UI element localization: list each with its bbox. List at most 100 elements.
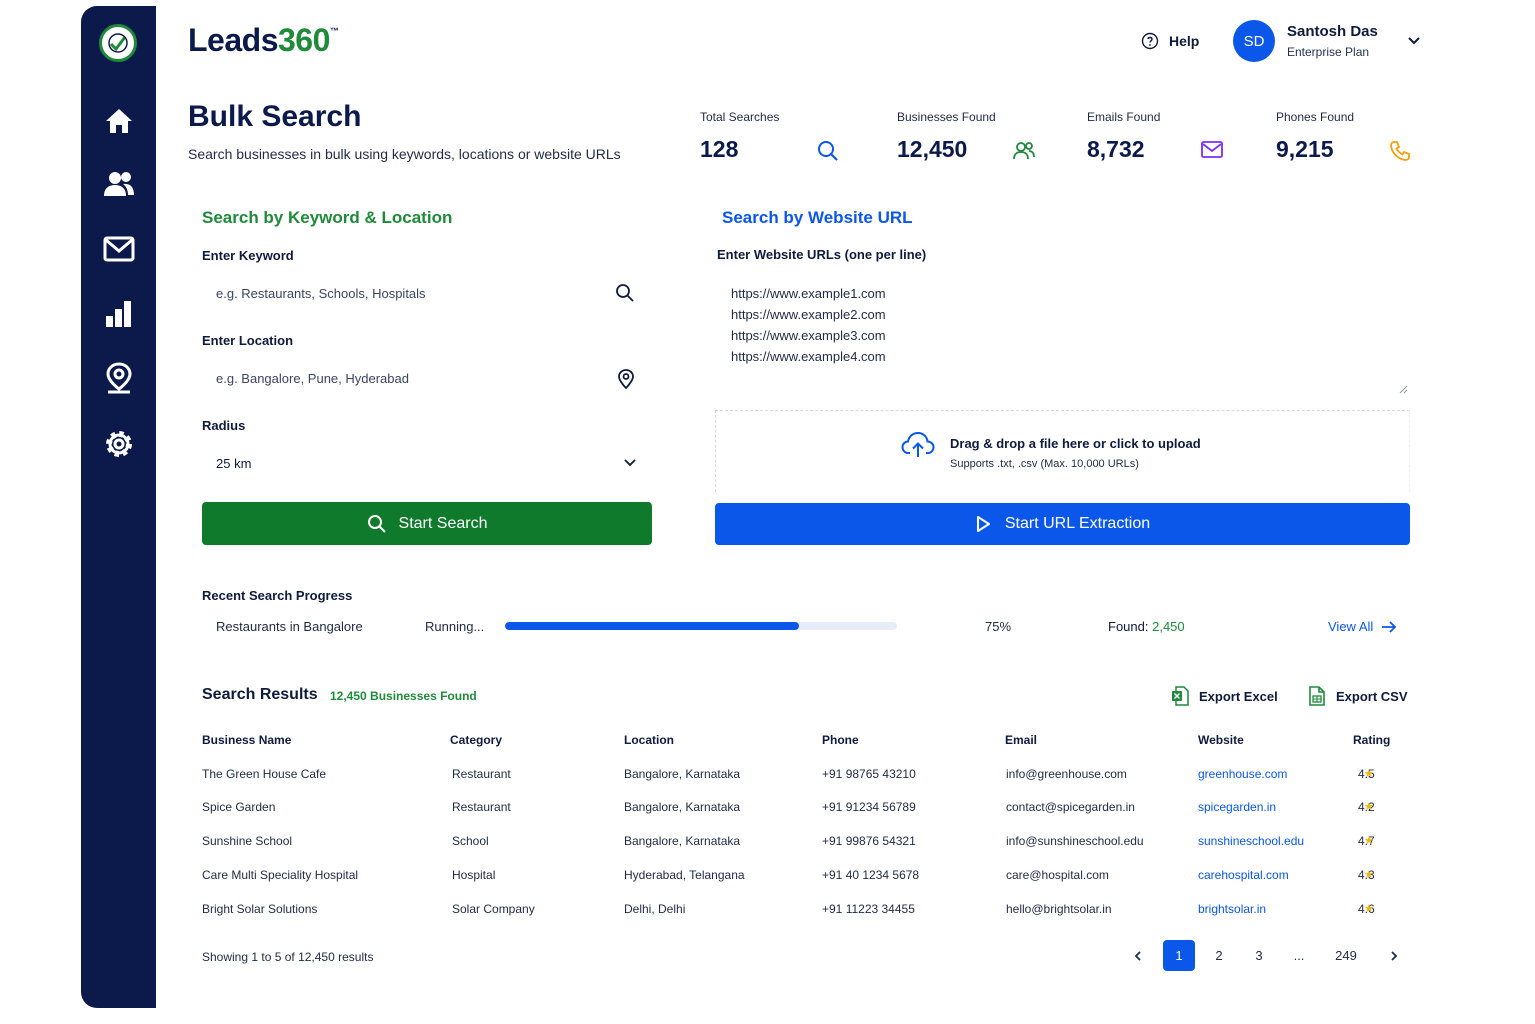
cell-location: Delhi, Delhi: [624, 902, 686, 916]
help-label: Help: [1169, 33, 1200, 49]
users-icon: [103, 172, 134, 196]
found-value: 2,450: [1152, 619, 1185, 634]
cell-business-name: Spice Garden: [202, 800, 276, 814]
stat-total-searches: Total Searches 128: [700, 110, 838, 163]
column-header-rating[interactable]: Rating: [1353, 733, 1390, 747]
cell-business-name: Bright Solar Solutions: [202, 902, 318, 916]
brand-logo[interactable]: Leads360™: [188, 22, 339, 59]
results-title: Search Results: [202, 686, 318, 703]
stat-value: 8,732: [1087, 136, 1145, 162]
search-icon: [367, 514, 386, 533]
users-icon: [1013, 142, 1035, 160]
cell-email: info@greenhouse.com: [1006, 767, 1127, 781]
app-logo[interactable]: [99, 24, 137, 62]
page-title: Bulk Search: [188, 100, 362, 133]
table-row[interactable]: Sunshine School School Bangalore, Karnat…: [0, 834, 1535, 854]
help-link[interactable]: Help: [1141, 32, 1199, 50]
radius-select[interactable]: 25 km: [202, 441, 651, 485]
file-upload-dropzone[interactable]: Drag & drop a file here or click to uplo…: [715, 410, 1410, 492]
nav-contacts[interactable]: [81, 164, 156, 204]
user-plan: Enterprise Plan: [1287, 45, 1370, 59]
cell-website-link[interactable]: greenhouse.com: [1198, 767, 1287, 781]
stat-label: Total Searches: [700, 110, 780, 124]
star-icon: ★: [1364, 903, 1374, 915]
table-row[interactable]: Care Multi Speciality Hospital Hospital …: [0, 868, 1535, 888]
start-search-button[interactable]: Start Search: [202, 502, 652, 545]
star-icon: ★: [1364, 801, 1374, 813]
resize-grip-icon[interactable]: [1398, 384, 1408, 394]
page-button-last[interactable]: 249: [1330, 940, 1362, 971]
nav-analytics[interactable]: [81, 294, 156, 334]
start-url-extraction-button[interactable]: Start URL Extraction: [715, 503, 1410, 545]
results-summary: Showing 1 to 5 of 12,450 results: [202, 950, 374, 964]
column-header-location[interactable]: Location: [624, 733, 674, 747]
results-count: 12,450 Businesses Found: [330, 689, 477, 703]
table-row[interactable]: Spice Garden Restaurant Bangalore, Karna…: [0, 800, 1535, 820]
cell-phone: +91 40 1234 5678: [822, 868, 920, 882]
urls-textarea[interactable]: https://www.example1.com https://www.exa…: [717, 276, 1410, 396]
mail-icon: [103, 236, 134, 262]
column-header-email[interactable]: Email: [1005, 733, 1037, 747]
star-icon: ★: [1364, 768, 1374, 780]
stat-value: 128: [700, 136, 739, 162]
cell-phone: +91 11223 34455: [822, 902, 915, 916]
cell-location: Bangalore, Karnataka: [624, 834, 741, 848]
view-all-link[interactable]: View All: [1328, 619, 1397, 634]
arrow-right-icon: [1382, 620, 1397, 633]
avatar[interactable]: SD: [1233, 20, 1275, 62]
location-pin-icon[interactable]: [617, 368, 635, 390]
trademark: ™: [329, 26, 339, 36]
urls-label: Enter Website URLs (one per line): [717, 247, 927, 262]
url-line: https://www.example1.com: [731, 286, 886, 301]
page-button-2[interactable]: 2: [1203, 940, 1235, 971]
export-excel-label: Export Excel: [1199, 688, 1278, 704]
cell-email: care@hospital.com: [1006, 868, 1109, 882]
user-name: Santosh Das: [1287, 23, 1378, 40]
start-search-label: Start Search: [398, 514, 488, 532]
nav-locations[interactable]: [81, 358, 156, 398]
search-icon[interactable]: [615, 283, 635, 303]
column-header-website[interactable]: Website: [1198, 733, 1244, 747]
keyword-input[interactable]: e.g. Restaurants, Schools, Hospitals: [202, 271, 651, 315]
export-csv-label: Export CSV: [1336, 688, 1408, 704]
cell-location: Hyderabad, Telangana: [624, 868, 745, 882]
progress-query: Restaurants in Bangalore: [216, 619, 363, 634]
table-row[interactable]: Bright Solar Solutions Solar Company Del…: [0, 902, 1535, 922]
chevron-right-icon: [1391, 950, 1398, 961]
cell-email: info@sunshineschool.edu: [1006, 834, 1144, 848]
next-page-button[interactable]: [1378, 940, 1410, 971]
nav-home[interactable]: [81, 101, 156, 141]
url-line: https://www.example3.com: [731, 328, 886, 343]
start-url-extraction-label: Start URL Extraction: [1004, 515, 1151, 532]
stat-value: 12,450: [897, 136, 968, 162]
nav-email[interactable]: [81, 229, 156, 269]
location-input[interactable]: e.g. Bangalore, Pune, Hyderabad: [202, 356, 651, 400]
cell-website-link[interactable]: carehospital.com: [1198, 868, 1289, 882]
column-header-business-name[interactable]: Business Name: [202, 733, 291, 747]
export-excel-button[interactable]: Export Excel: [1171, 686, 1278, 706]
cell-website-link[interactable]: brightsolar.in: [1198, 902, 1266, 916]
cell-phone: +91 98765 43210: [822, 767, 916, 781]
column-header-category[interactable]: Category: [450, 733, 502, 747]
table-row[interactable]: The Green House Cafe Restaurant Bangalor…: [0, 767, 1535, 787]
stat-businesses-found: Businesses Found 12,450: [897, 110, 1035, 163]
radius-value: 25 km: [216, 455, 252, 471]
location-placeholder: e.g. Bangalore, Pune, Hyderabad: [216, 370, 409, 386]
star-icon: ★: [1364, 869, 1374, 881]
nav-settings[interactable]: [81, 424, 156, 464]
url-line: https://www.example2.com: [731, 307, 886, 322]
gear-icon: [105, 431, 132, 457]
export-csv-button[interactable]: Export CSV: [1308, 686, 1408, 706]
column-header-phone[interactable]: Phone: [822, 733, 859, 747]
prev-page-button[interactable]: [1122, 940, 1154, 971]
cell-category: Hospital: [452, 868, 496, 882]
cell-website-link[interactable]: sunshineschool.edu: [1198, 834, 1304, 848]
progress-bar: [505, 622, 897, 630]
excel-icon: [1172, 686, 1189, 706]
page-button-1[interactable]: 1: [1163, 940, 1195, 971]
page-button-3[interactable]: 3: [1243, 940, 1275, 971]
user-menu-chevron[interactable]: [1406, 33, 1422, 54]
cell-website-link[interactable]: spicegarden.in: [1198, 800, 1276, 814]
cell-category: Solar Company: [452, 902, 535, 916]
progress-status: Running...: [425, 619, 485, 634]
